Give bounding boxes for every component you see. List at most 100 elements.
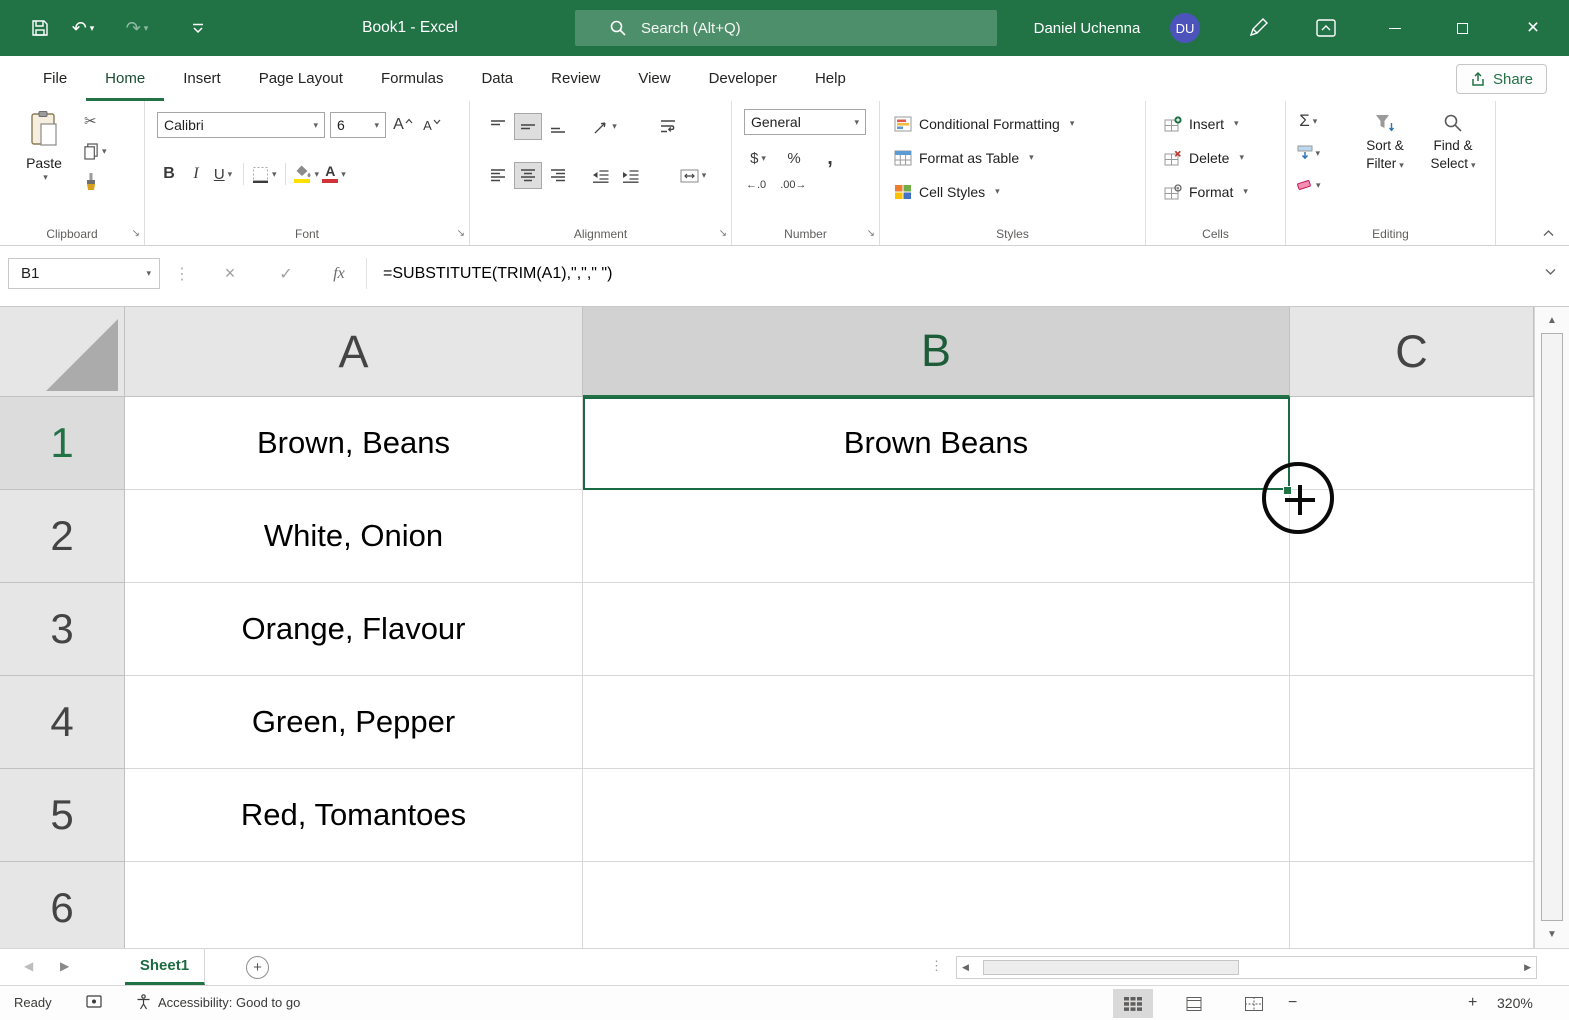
zoom-out-button[interactable]: − xyxy=(1288,994,1297,1012)
find-select-button[interactable]: Find & Select▾ xyxy=(1422,113,1484,173)
clear-button[interactable]: ▾ xyxy=(1296,173,1321,197)
collapse-ribbon-button[interactable] xyxy=(1542,229,1555,237)
accessibility-status[interactable]: Accessibility: Good to go xyxy=(158,995,300,1010)
enter-entry-icon[interactable]: ✓ xyxy=(272,258,300,289)
cell-b2[interactable] xyxy=(583,490,1290,583)
scroll-down-icon[interactable]: ▼ xyxy=(1535,929,1569,940)
align-left-button[interactable] xyxy=(484,162,512,189)
sheet-tab-sheet1[interactable]: Sheet1 xyxy=(125,949,205,985)
font-dialog-launcher-icon[interactable]: ↘ xyxy=(457,228,465,239)
zoom-in-button[interactable]: + xyxy=(1468,994,1477,1012)
horizontal-scrollbar[interactable]: ◀ ▶ xyxy=(956,956,1537,979)
zoom-level[interactable]: 320% xyxy=(1497,995,1533,1011)
tab-developer[interactable]: Developer xyxy=(690,56,796,101)
macro-record-icon[interactable] xyxy=(86,995,102,1008)
font-family-combo[interactable]: Calibri▾ xyxy=(157,112,325,138)
align-right-button[interactable] xyxy=(544,162,572,189)
merge-center-button[interactable]: ▾ xyxy=(672,162,714,189)
tab-scrollbar-splitter[interactable]: ⋮ xyxy=(930,958,941,974)
grow-font-button[interactable]: A xyxy=(391,112,415,138)
decrease-indent-button[interactable] xyxy=(586,162,614,189)
cut-icon[interactable]: ✂ xyxy=(84,112,97,130)
cell-b3[interactable] xyxy=(583,583,1290,676)
page-break-preview-button[interactable] xyxy=(1234,989,1274,1018)
scroll-left-icon[interactable]: ◀ xyxy=(962,962,969,973)
tab-home[interactable]: Home xyxy=(86,56,164,101)
delete-cells-button[interactable]: Delete▾ xyxy=(1154,143,1244,172)
row-header-1[interactable]: 1 xyxy=(0,397,125,490)
align-top-button[interactable] xyxy=(484,113,512,140)
insert-cells-button[interactable]: Insert▾ xyxy=(1154,109,1239,138)
cell-a1[interactable]: Brown, Beans xyxy=(125,397,583,490)
tab-data[interactable]: Data xyxy=(462,56,532,101)
scroll-up-icon[interactable]: ▲ xyxy=(1535,315,1569,326)
maximize-button[interactable] xyxy=(1439,0,1485,56)
format-painter-icon[interactable] xyxy=(84,173,98,191)
row-header-6[interactable]: 6 xyxy=(0,862,125,948)
cell-a3[interactable]: Orange, Flavour xyxy=(125,583,583,676)
minimize-button[interactable] xyxy=(1372,0,1418,56)
account-name[interactable]: Daniel Uchenna xyxy=(1022,0,1152,56)
decrease-decimal-button[interactable]: .00→ xyxy=(780,179,806,191)
format-as-table-button[interactable]: Format as Table▾ xyxy=(884,143,1034,172)
wrap-text-button[interactable] xyxy=(654,113,682,140)
cell-c6[interactable] xyxy=(1290,862,1534,948)
ribbon-display-options-icon[interactable] xyxy=(1308,0,1344,56)
column-header-a[interactable]: A xyxy=(125,307,583,397)
alignment-dialog-launcher-icon[interactable]: ↘ xyxy=(719,228,727,239)
italic-button[interactable]: I xyxy=(184,161,208,187)
tab-review[interactable]: Review xyxy=(532,56,619,101)
customize-quick-access-toolbar-button[interactable] xyxy=(184,0,212,56)
cell-b6[interactable] xyxy=(583,862,1290,948)
cell-a6[interactable] xyxy=(125,862,583,948)
tab-page-layout[interactable]: Page Layout xyxy=(240,56,362,101)
row-header-3[interactable]: 3 xyxy=(0,583,125,676)
undo-button[interactable]: ↶▾ xyxy=(66,0,100,56)
paste-button[interactable]: Paste ▾ xyxy=(16,110,72,182)
sheet-nav-left-icon[interactable]: ◀ xyxy=(24,959,33,973)
align-middle-button[interactable] xyxy=(514,113,542,140)
cell-c5[interactable] xyxy=(1290,769,1534,862)
fill-button[interactable]: ▾ xyxy=(1296,141,1321,165)
tab-view[interactable]: View xyxy=(619,56,689,101)
format-cells-button[interactable]: Format▾ xyxy=(1154,177,1248,206)
autosum-button[interactable]: Σ▾ xyxy=(1296,109,1321,133)
number-format-combo[interactable]: General▾ xyxy=(744,109,866,135)
clipboard-dialog-launcher-icon[interactable]: ↘ xyxy=(132,228,140,239)
tab-file[interactable]: File xyxy=(24,56,86,101)
shrink-font-button[interactable]: A xyxy=(420,112,444,138)
horizontal-scrollbar-thumb[interactable] xyxy=(983,960,1239,975)
tab-formulas[interactable]: Formulas xyxy=(362,56,463,101)
select-all-button[interactable] xyxy=(0,307,125,397)
normal-view-button[interactable] xyxy=(1113,989,1153,1018)
column-header-c[interactable]: C xyxy=(1290,307,1534,397)
cell-a5[interactable]: Red, Tomantoes xyxy=(125,769,583,862)
orientation-button[interactable]: ▾ xyxy=(586,113,624,140)
scroll-right-icon[interactable]: ▶ xyxy=(1524,962,1531,973)
page-layout-view-button[interactable] xyxy=(1174,989,1214,1018)
cell-a4[interactable]: Green, Pepper xyxy=(125,676,583,769)
namebox-splitter[interactable]: ⋮ xyxy=(172,258,192,289)
avatar[interactable]: DU xyxy=(1166,0,1204,56)
cell-a2[interactable]: White, Onion xyxy=(125,490,583,583)
number-dialog-launcher-icon[interactable]: ↘ xyxy=(867,228,875,239)
cancel-entry-icon[interactable]: × xyxy=(216,258,244,289)
align-center-button[interactable] xyxy=(514,162,542,189)
fill-color-button[interactable]: ▾ xyxy=(294,161,320,187)
row-header-4[interactable]: 4 xyxy=(0,676,125,769)
tab-insert[interactable]: Insert xyxy=(164,56,240,101)
insert-function-icon[interactable]: fx xyxy=(324,258,354,289)
copy-button[interactable]: ▾ xyxy=(84,143,107,160)
redo-button[interactable]: ↷▾ xyxy=(120,0,154,56)
sheet-nav-right-icon[interactable]: ▶ xyxy=(60,959,69,973)
formula-input[interactable]: =SUBSTITUTE(TRIM(A1),","," ") xyxy=(383,258,612,289)
row-header-2[interactable]: 2 xyxy=(0,490,125,583)
new-sheet-button[interactable]: + xyxy=(246,956,269,979)
increase-indent-button[interactable] xyxy=(616,162,644,189)
bold-button[interactable]: B xyxy=(157,161,181,187)
row-header-5[interactable]: 5 xyxy=(0,769,125,862)
cell-b4[interactable] xyxy=(583,676,1290,769)
cell-c3[interactable] xyxy=(1290,583,1534,676)
underline-button[interactable]: U▾ xyxy=(211,161,235,187)
cell-styles-button[interactable]: Cell Styles▾ xyxy=(884,177,1000,206)
